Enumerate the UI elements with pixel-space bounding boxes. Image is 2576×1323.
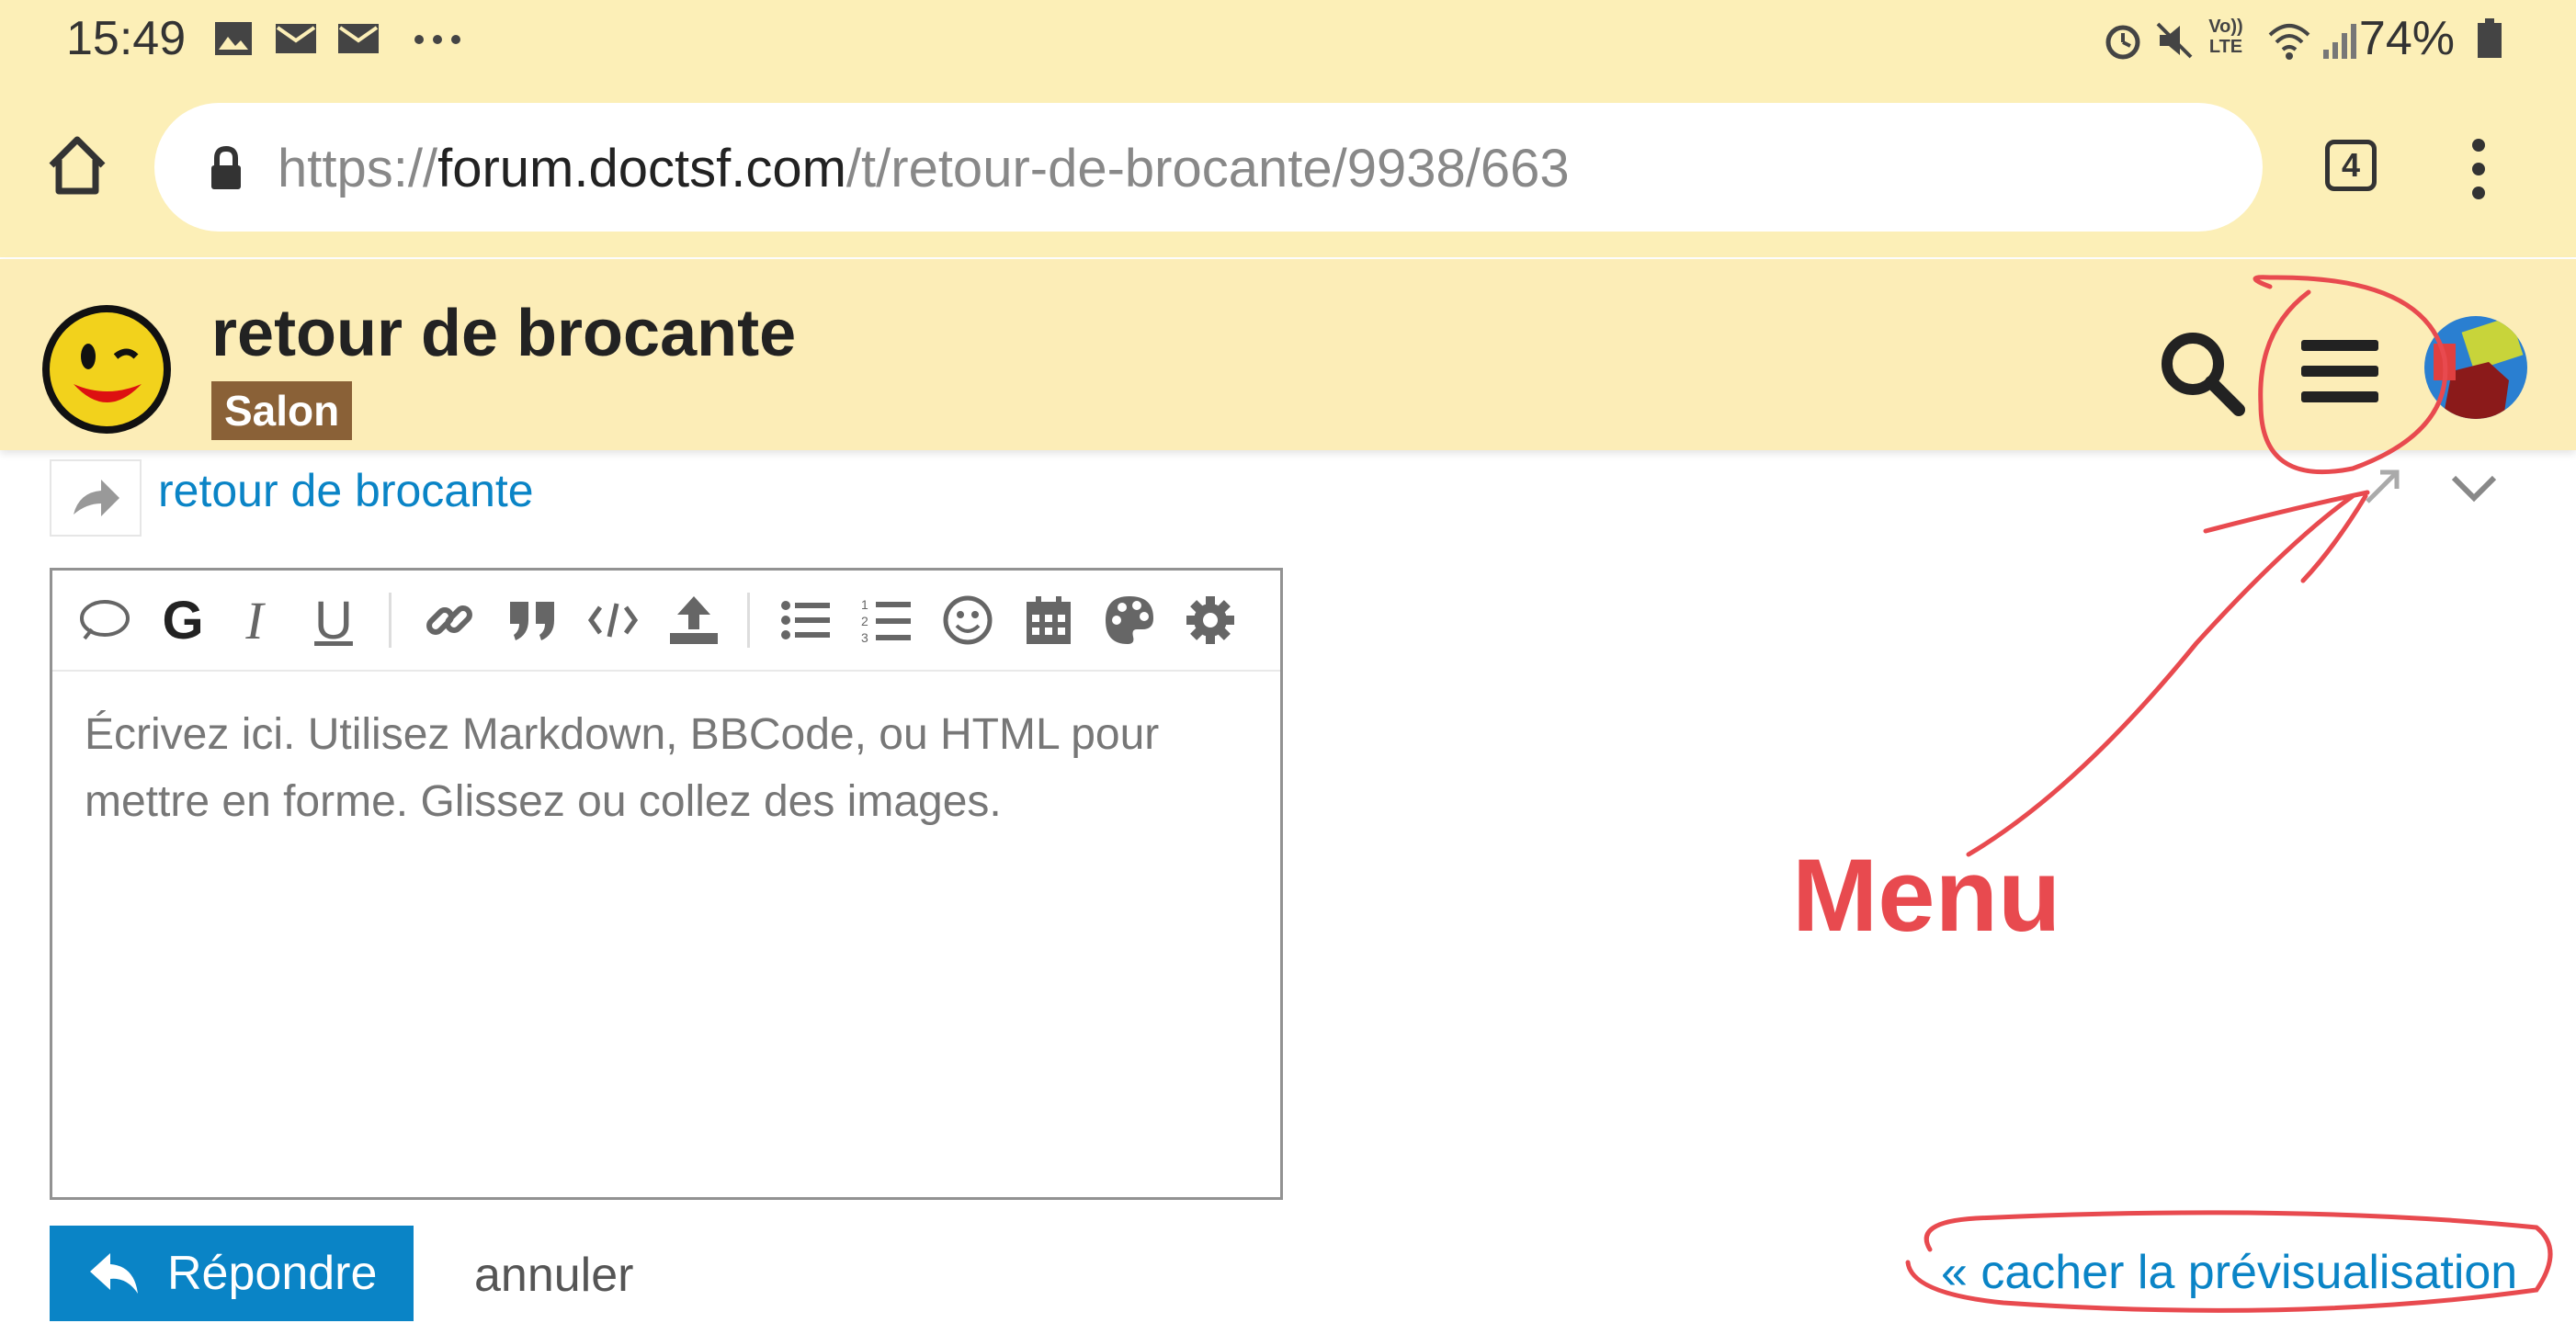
annotation-overlay bbox=[1905, 275, 2553, 1313]
annotation-menu-label: Menu bbox=[1792, 838, 2061, 953]
